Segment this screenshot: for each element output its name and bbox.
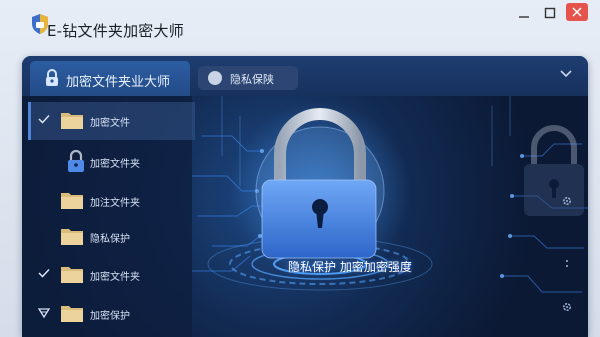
folder-icon [61,193,83,209]
minimize-button[interactable] [510,0,538,26]
content-area: 加密文件 加密文件夹 加注文件夹 隐私保护 加密文件夹 加密保护 隐私保护 加密… [22,96,588,337]
check-icon [38,268,50,278]
tab-bar: 加密文件夹业大师 隐私保陕 [22,56,588,96]
tab-privacy[interactable]: 隐私保陕 [198,66,298,90]
close-icon [572,7,582,17]
title-bar: E-钻文件夹加密大师 [0,0,600,44]
tab-privacy-label: 隐私保陕 [230,73,274,86]
folder-icon [61,306,83,322]
sidebar-item-label: 加密文件夹 [90,272,140,283]
sidebar-item-encrypt-folder[interactable]: 加密文件夹 [22,147,192,177]
gear-icon[interactable] [562,196,572,206]
sidebar-item-label: 加密文件 [90,118,130,129]
close-button[interactable] [566,3,588,21]
folder-icon [61,267,83,283]
sidebar-item-label: 加注文件夹 [90,198,140,209]
maximize-icon [544,7,556,19]
sidebar-item-label: 加密文件夹 [90,159,140,170]
encryption-strength-caption: 隐私保护 加密加密强度 [288,260,412,274]
sidebar-item-encrypt-file[interactable]: 加密文件 [22,106,192,136]
security-illustration: 隐私保护 加密加密强度 [192,96,588,337]
app-window: E-钻文件夹加密大师 加密文件夹业大师 隐私保陕 加密文件 加密文件夹 加注文件… [0,0,600,337]
lock-icon [68,149,84,172]
circuit-lock-illustration [192,96,588,293]
sidebar-item-privacy[interactable]: 隐私保护 [22,222,192,252]
folder-icon [61,229,83,245]
dots-icon[interactable] [564,259,570,269]
sidebar: 加密文件 加密文件夹 加注文件夹 隐私保护 加密文件夹 加密保护 [22,96,195,337]
window-title: E-钻文件夹加密大师 [47,22,184,40]
maximize-button[interactable] [536,0,564,26]
check-icon [38,114,50,124]
sidebar-item-encrypt-protect[interactable]: 加密保护 [22,299,192,329]
privacy-dot-icon [208,71,222,85]
sidebar-item-add-folder[interactable]: 加注文件夹 [22,186,192,216]
lock-icon [46,69,58,86]
sidebar-item-encrypt-folder-2[interactable]: 加密文件夹 [22,260,192,290]
sidebar-item-label: 加密保护 [90,311,130,322]
shield-icon [38,308,50,319]
gear-icon[interactable] [562,302,572,312]
sidebar-item-label: 隐私保护 [90,234,130,245]
chevron-down-icon[interactable] [560,70,572,78]
tab-folder-encryption-label: 加密文件夹业大师 [66,75,171,90]
folder-icon [61,113,83,129]
main-panel: 加密文件夹业大师 隐私保陕 加密文件 加密文件夹 加注文件夹 隐私保护 加密文件… [22,56,588,337]
minimize-icon [519,16,529,18]
tab-folder-encryption[interactable]: 加密文件夹业大师 [30,61,190,96]
